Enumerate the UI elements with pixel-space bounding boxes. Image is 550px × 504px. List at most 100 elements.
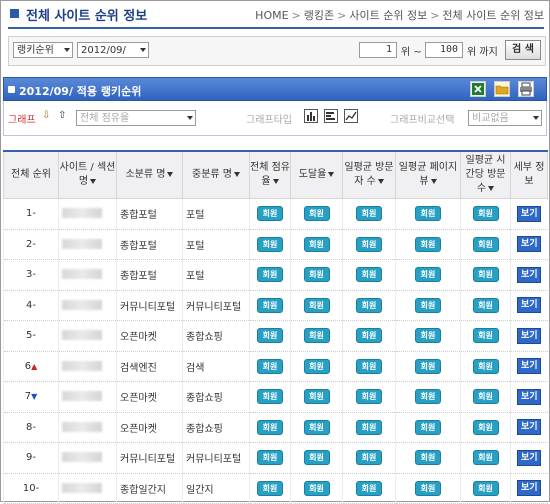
member-only-badge[interactable]: 회원 — [472, 358, 499, 374]
member-only-badge[interactable]: 회원 — [303, 297, 330, 313]
member-only-badge[interactable]: 회원 — [257, 267, 283, 283]
detail-view-button[interactable]: 보기 — [517, 419, 542, 436]
detail-view-button[interactable]: 보기 — [517, 480, 542, 497]
member-only-badge[interactable]: 회원 — [415, 297, 441, 313]
small-category-cell: 종합포털 — [116, 198, 183, 230]
detail-view-button[interactable]: 보기 — [517, 236, 542, 253]
member-only-badge[interactable]: 회원 — [257, 450, 283, 466]
arrow-down-icon[interactable]: ⇩ — [42, 110, 50, 121]
member-only-badge[interactable]: 회원 — [356, 450, 382, 466]
breadcrumb-site-rank[interactable]: 사이트 순위 정보 — [349, 9, 427, 22]
excel-icon[interactable] — [470, 81, 486, 97]
compare-select[interactable]: 비교없음 — [468, 110, 542, 126]
site-name-cell[interactable] — [58, 381, 117, 413]
member-only-badge[interactable]: 회원 — [415, 206, 441, 222]
col-header-share[interactable]: 전체 점유율 — [249, 150, 291, 199]
member-only-badge[interactable]: 회원 — [356, 297, 382, 313]
site-name-cell[interactable] — [58, 259, 117, 291]
site-name-cell[interactable] — [58, 351, 117, 382]
column-chart-icon[interactable] — [304, 109, 318, 123]
site-name-cell[interactable] — [58, 229, 117, 260]
member-only-badge[interactable]: 회원 — [257, 358, 283, 374]
member-only-badge[interactable]: 회원 — [415, 419, 441, 435]
member-only-badge[interactable]: 회원 — [415, 267, 441, 283]
col-header-mid-category[interactable]: 중분류 명 — [182, 150, 250, 199]
folder-icon[interactable] — [494, 81, 510, 97]
col-header-small-category[interactable]: 소분류 명 — [116, 150, 183, 199]
member-only-badge[interactable]: 회원 — [303, 328, 330, 344]
member-only-badge[interactable]: 회원 — [415, 450, 441, 466]
member-only-badge[interactable]: 회원 — [472, 236, 499, 252]
member-only-badge[interactable]: 회원 — [415, 389, 441, 405]
site-name-cell[interactable] — [58, 320, 117, 352]
member-only-badge[interactable]: 회원 — [356, 389, 382, 405]
member-only-badge[interactable]: 회원 — [415, 236, 441, 252]
col-header-daily-pageviews[interactable]: 일평균 페이지 뷰 — [395, 150, 461, 199]
member-only-badge[interactable]: 회원 — [472, 389, 499, 405]
search-button[interactable]: 검 색 — [505, 40, 541, 60]
breadcrumb-rankingzone[interactable]: 랭킹존 — [304, 9, 334, 22]
member-only-badge[interactable]: 회원 — [472, 267, 499, 283]
member-only-badge[interactable]: 회원 — [415, 480, 441, 496]
member-only-badge[interactable]: 회원 — [356, 267, 382, 283]
member-only-badge[interactable]: 회원 — [303, 480, 330, 496]
print-icon[interactable] — [518, 81, 534, 97]
member-only-badge[interactable]: 회원 — [472, 450, 499, 466]
member-only-badge[interactable]: 회원 — [472, 328, 499, 344]
rank-to-input[interactable]: 100 — [425, 42, 463, 58]
member-only-badge[interactable]: 회원 — [472, 480, 499, 496]
date-select[interactable]: 2012/09/ — [77, 42, 149, 58]
rank-from-input[interactable]: 1 — [359, 42, 397, 58]
member-only-badge[interactable]: 회원 — [257, 480, 283, 496]
arrow-up-icon[interactable]: ⇧ — [58, 110, 66, 121]
member-only-badge[interactable]: 회원 — [257, 419, 283, 435]
member-only-badge[interactable]: 회원 — [257, 297, 283, 313]
detail-view-button[interactable]: 보기 — [517, 358, 542, 375]
member-only-badge[interactable]: 회원 — [303, 450, 330, 466]
member-only-badge[interactable]: 회원 — [303, 206, 330, 222]
member-only-badge[interactable]: 회원 — [303, 267, 330, 283]
col-header-site[interactable]: 사이트 / 섹션 명 — [58, 150, 117, 199]
member-only-badge[interactable]: 회원 — [356, 236, 382, 252]
site-name-cell[interactable] — [58, 473, 117, 504]
bar-chart-icon[interactable] — [324, 109, 338, 123]
detail-view-button[interactable]: 보기 — [517, 327, 542, 344]
member-only-badge[interactable]: 회원 — [472, 297, 499, 313]
member-only-badge[interactable]: 회원 — [415, 328, 441, 344]
member-only-badge[interactable]: 회원 — [356, 328, 382, 344]
site-name-cell[interactable] — [58, 412, 117, 443]
site-name-cell[interactable] — [58, 198, 117, 230]
detail-view-button[interactable]: 보기 — [517, 449, 542, 466]
member-only-badge[interactable]: 회원 — [303, 236, 330, 252]
member-only-badge[interactable]: 회원 — [472, 206, 499, 222]
col-header-daily-visitors[interactable]: 일평균 방문자 수 — [342, 150, 396, 199]
metric-cell: 회원 — [249, 351, 291, 382]
metric-select[interactable]: 전체 점유율 — [76, 110, 196, 126]
metric-cell: 회원 — [460, 198, 511, 230]
rank-type-select[interactable]: 랭키순위 — [13, 42, 73, 58]
member-only-badge[interactable]: 회원 — [303, 419, 330, 435]
detail-view-button[interactable]: 보기 — [517, 205, 542, 222]
col-header-reach[interactable]: 도달율 — [290, 150, 343, 199]
line-chart-icon[interactable] — [344, 109, 358, 123]
breadcrumb-home[interactable]: HOME — [255, 9, 288, 22]
detail-view-button[interactable]: 보기 — [517, 266, 542, 283]
member-only-badge[interactable]: 회원 — [356, 358, 382, 374]
detail-view-button[interactable]: 보기 — [517, 297, 542, 314]
col-header-hourly-visits[interactable]: 일평균 시간당 방문수 — [460, 150, 511, 199]
member-only-badge[interactable]: 회원 — [257, 328, 283, 344]
member-only-badge[interactable]: 회원 — [356, 206, 382, 222]
member-only-badge[interactable]: 회원 — [303, 389, 330, 405]
member-only-badge[interactable]: 회원 — [356, 419, 382, 435]
member-only-badge[interactable]: 회원 — [257, 206, 283, 222]
member-only-badge[interactable]: 회원 — [415, 358, 441, 374]
member-only-badge[interactable]: 회원 — [472, 419, 499, 435]
col-header-rank[interactable]: 전체 순위 — [3, 150, 59, 199]
site-name-cell[interactable] — [58, 442, 117, 474]
member-only-badge[interactable]: 회원 — [257, 236, 283, 252]
site-name-cell[interactable] — [58, 290, 117, 321]
detail-view-button[interactable]: 보기 — [517, 388, 542, 405]
member-only-badge[interactable]: 회원 — [303, 358, 330, 374]
member-only-badge[interactable]: 회원 — [257, 389, 283, 405]
member-only-badge[interactable]: 회원 — [356, 480, 382, 496]
